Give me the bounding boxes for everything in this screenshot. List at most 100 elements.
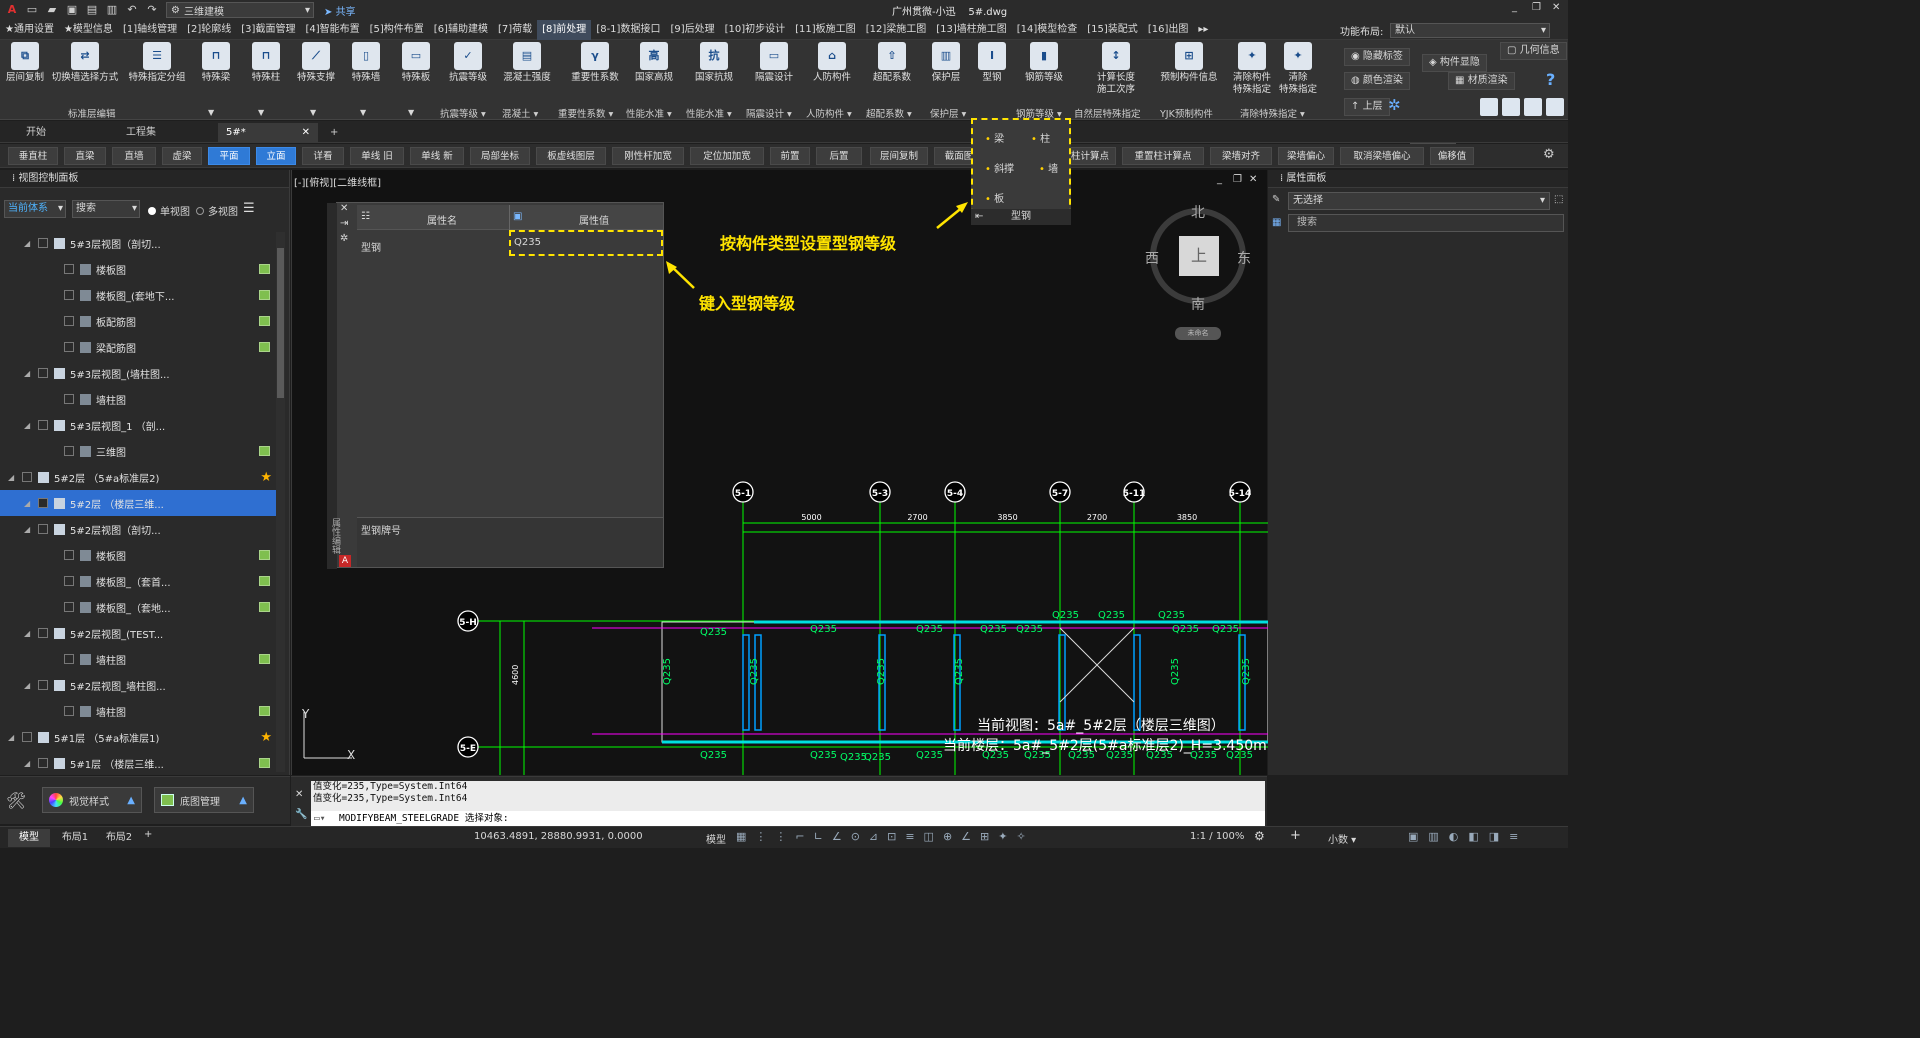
expand-icon[interactable]: ◢ — [24, 629, 30, 638]
tab-model[interactable]: 模型 — [8, 829, 50, 847]
tree-checkbox[interactable] — [64, 290, 74, 300]
tree-item[interactable]: ◢ 5#1层 （5#a标准层1) ★ — [0, 724, 276, 750]
annotation-scale[interactable]: 1:1 / 100% — [1190, 831, 1244, 842]
tab-5-dwg[interactable]: 5#* ✕ — [218, 123, 318, 143]
tree-checkbox[interactable] — [38, 758, 48, 768]
menu-item-17[interactable]: [15]装配式 — [1082, 20, 1143, 40]
help-icon[interactable]: ? — [1546, 70, 1555, 89]
tree-item[interactable]: 墙柱图 — [0, 386, 276, 412]
ribbon-button-10[interactable]: γ 重要性系数 — [566, 42, 624, 92]
expand-icon[interactable]: ◢ — [8, 473, 14, 482]
expand-icon[interactable]: ◢ — [24, 525, 30, 534]
menu-item-14[interactable]: [12]梁施工图 — [861, 20, 932, 40]
menu-item-11[interactable]: [9]后处理 — [665, 20, 719, 40]
drawing-canvas[interactable]: [-][俯视][二维线框] _ ❐ ✕ ☷ 属性名 ▣ 属性值 型钢 Q235 … — [291, 170, 1268, 775]
ribbon-group-5[interactable]: 性能水准 ▾ — [686, 106, 732, 120]
ribbon-group-6[interactable]: 隔震设计 ▾ — [746, 106, 792, 120]
ribbon-group-10[interactable]: 钢筋等级 ▾ — [1016, 106, 1062, 120]
ribbon-button-14[interactable]: ⌂ 人防构件 — [808, 42, 856, 92]
pin-icon[interactable] — [259, 446, 270, 456]
menu-item-10[interactable]: [8-1]数据接口 — [591, 20, 665, 40]
toolbar-button-18[interactable]: 重置柱计算点 — [1122, 147, 1204, 165]
menu-item-7[interactable]: [6]辅助建模 — [429, 20, 493, 40]
ribbon-button-3[interactable]: ⊓ 特殊梁 — [196, 42, 236, 92]
expand-icon[interactable]: ◢ — [24, 369, 30, 378]
tree-item[interactable]: 楼板图_（套首... — [0, 568, 276, 594]
tree-item[interactable]: ◢ 5#2层视图_墙柱图... — [0, 672, 276, 698]
ribbon-button-22[interactable]: ✦ 清除 特殊指定 — [1276, 42, 1320, 95]
toolbar-button-20[interactable]: 梁墙偏心 — [1278, 147, 1334, 165]
scroll-thumb[interactable] — [277, 248, 284, 398]
tree-checkbox[interactable] — [64, 342, 74, 352]
tree-scrollbar[interactable] — [276, 232, 285, 772]
ribbon-button-19[interactable]: ↕ 计算长度 施工次序 — [1088, 42, 1144, 95]
ribbon-button-17[interactable]: Ⅰ 型钢 — [974, 42, 1010, 92]
ribbon-button-2[interactable]: ☰ 特殊指定分组 — [124, 42, 190, 92]
ribbon-group-4[interactable]: 性能水准 ▾ — [626, 106, 672, 120]
single-view-radio[interactable]: 单视图 — [148, 203, 190, 218]
tree-checkbox[interactable] — [64, 576, 74, 586]
zoom-in-icon[interactable] — [1480, 98, 1498, 116]
menu-item-12[interactable]: [10]初步设计 — [720, 20, 791, 40]
tree-checkbox[interactable] — [38, 498, 48, 508]
undo-icon[interactable]: ↶ — [124, 2, 140, 18]
ribbon-button-11[interactable]: 高国家高规 — [630, 42, 678, 92]
tree-checkbox[interactable] — [64, 394, 74, 404]
toolbar-button-14[interactable]: 后置 — [816, 147, 862, 165]
ribbon-dropdown-icon[interactable]: ▼ — [208, 108, 214, 117]
app-logo-icon[interactable]: A — [4, 2, 20, 18]
tree-checkbox[interactable] — [38, 420, 48, 430]
toolbar-button-5[interactable]: 立面 — [256, 147, 296, 165]
menu-item-4[interactable]: [3]截面管理 — [236, 20, 300, 40]
popup-item-wall[interactable]: • 墙 — [1039, 160, 1058, 175]
ribbon-button-6[interactable]: ▯ 特殊墙 — [346, 42, 386, 92]
ribbon-group-1[interactable]: 抗震等级 ▾ — [440, 106, 486, 120]
settings-icon[interactable]: ⚙ — [1254, 829, 1265, 843]
menu-item-13[interactable]: [11]板施工图 — [790, 20, 861, 40]
multi-view-radio[interactable]: 多视图 — [196, 203, 238, 218]
layout-combo[interactable]: 默认 ▾ — [1390, 23, 1550, 38]
menu-item-0[interactable]: ★通用设置 — [0, 20, 59, 40]
share-button[interactable]: ➤ 共享 — [324, 3, 356, 18]
popup-item-column[interactable]: • 柱 — [1031, 130, 1050, 145]
restore-icon[interactable]: ❐ — [1532, 2, 1541, 13]
tree-item[interactable]: ◢ 5#3层视图_1 （剖... — [0, 412, 276, 438]
pin-icon[interactable] — [259, 654, 270, 664]
expand-icon[interactable]: ◢ — [24, 421, 30, 430]
tree-checkbox[interactable] — [64, 602, 74, 612]
expand-icon[interactable]: ◢ — [8, 733, 14, 742]
minimize-icon[interactable]: _ — [1512, 2, 1517, 13]
tree-checkbox[interactable] — [38, 524, 48, 534]
system-combo[interactable]: 当前体系 ▾ — [4, 200, 66, 218]
tree-checkbox[interactable] — [22, 732, 32, 742]
toolbar-button-10[interactable]: 板虚线图层 — [536, 147, 606, 165]
redo-icon[interactable]: ↷ — [144, 2, 160, 18]
toolbar-button-15[interactable]: 层间复制 — [870, 147, 928, 165]
pin-icon[interactable] — [259, 290, 270, 300]
toolbar-button-0[interactable]: 垂直柱 — [8, 147, 58, 165]
tree-checkbox[interactable] — [64, 550, 74, 560]
tree-checkbox[interactable] — [64, 706, 74, 716]
gear-icon[interactable]: ✲ — [1388, 96, 1401, 114]
tree-item[interactable]: 三维图 — [0, 438, 276, 464]
tree-checkbox[interactable] — [64, 316, 74, 326]
save-icon[interactable]: ▣ — [64, 2, 80, 18]
star-icon[interactable]: ★ — [260, 730, 272, 745]
menu-item-1[interactable]: ★模型信息 — [59, 20, 118, 40]
toolbar-button-12[interactable]: 定位加加宽 — [690, 147, 764, 165]
model-space-toggle[interactable]: 模型 — [706, 831, 726, 846]
pin-icon[interactable] — [259, 342, 270, 352]
toolbar-button-11[interactable]: 刚性杆加宽 — [612, 147, 684, 165]
units-combo[interactable]: 小数 ▾ — [1328, 831, 1356, 846]
toolbar-button-2[interactable]: 直墙 — [112, 147, 156, 165]
ribbon-button-18[interactable]: ▮ 钢筋等级 — [1018, 42, 1070, 92]
pin-icon[interactable] — [259, 576, 270, 586]
menu-more-icon[interactable]: ▸▸ — [1193, 20, 1213, 40]
ribbon-dropdown-icon[interactable]: ▼ — [408, 108, 414, 117]
tree-checkbox[interactable] — [38, 368, 48, 378]
close-icon[interactable]: ✕ — [1552, 2, 1560, 13]
toolbar-button-17[interactable]: 柱计算点 — [1064, 147, 1116, 165]
ribbon-button-8[interactable]: ✓ 抗震等级 — [444, 42, 492, 92]
tree-item[interactable]: 墙柱图 — [0, 646, 276, 672]
unnamed-ucs-button[interactable]: 未命名 — [1175, 327, 1221, 340]
